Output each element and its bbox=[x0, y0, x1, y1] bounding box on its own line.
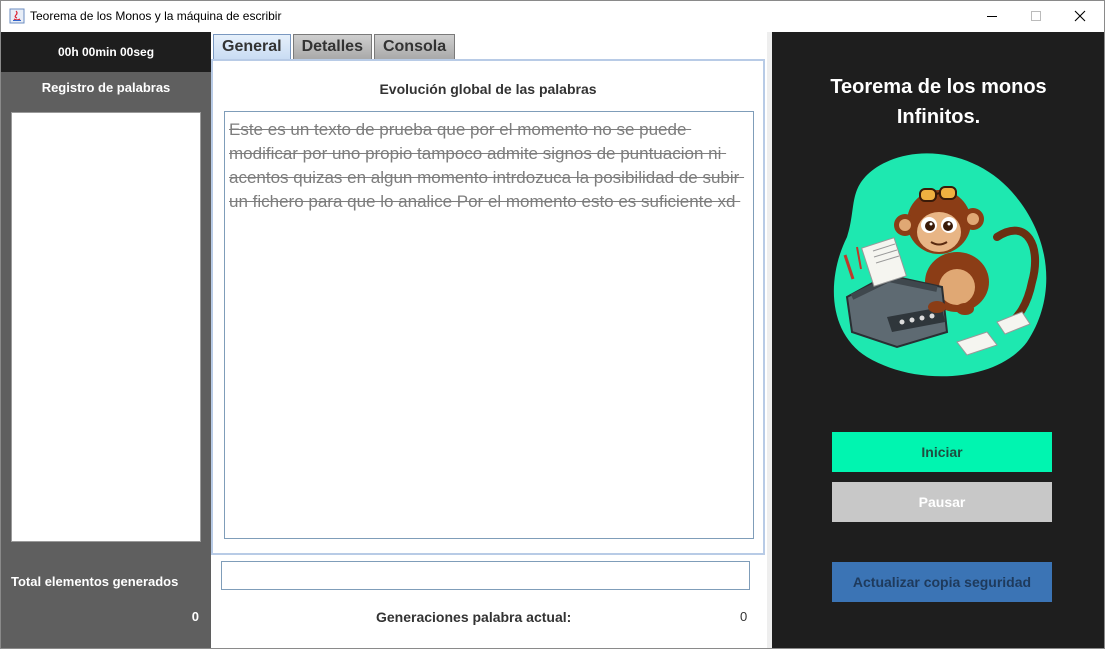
title-bar: Teorema de los Monos y la máquina de esc… bbox=[1, 1, 1104, 31]
generaciones-value: 0 bbox=[740, 609, 748, 624]
minimize-icon bbox=[987, 16, 997, 17]
left-panel: 00h 00min 00seg Registro de palabras Tot… bbox=[1, 32, 211, 648]
generaciones-label: Generaciones palabra actual: bbox=[376, 609, 572, 625]
center-panel: General Detalles Consola Evolución globa… bbox=[211, 32, 767, 648]
evolucion-title: Evolución global de las palabras bbox=[379, 81, 597, 97]
app-window: Teorema de los Monos y la máquina de esc… bbox=[0, 0, 1105, 649]
tab-consola[interactable]: Consola bbox=[373, 34, 456, 59]
general-tab-content: Evolución global de las palabras Este es… bbox=[211, 59, 765, 555]
right-panel: Teorema de los monos Infinitos. Iniciar … bbox=[772, 32, 1104, 648]
right-title: Teorema de los monos Infinitos. bbox=[772, 72, 1104, 132]
registro-palabras-list[interactable] bbox=[11, 112, 201, 542]
close-icon bbox=[1074, 10, 1086, 22]
registro-label: Registro de palabras bbox=[41, 80, 171, 95]
maximize-button[interactable] bbox=[1013, 1, 1059, 31]
right-title-line1: Teorema de los monos bbox=[830, 76, 1047, 98]
close-button[interactable] bbox=[1057, 1, 1103, 31]
total-elementos-value: 0 bbox=[191, 609, 199, 624]
iniciar-button[interactable]: Iniciar bbox=[832, 432, 1052, 472]
window-title: Teorema de los Monos y la máquina de esc… bbox=[30, 9, 282, 23]
right-title-line2: Infinitos. bbox=[896, 106, 981, 128]
pausar-button[interactable]: Pausar bbox=[832, 482, 1052, 522]
evolucion-text-area[interactable]: Este es un texto de prueba que por el mo… bbox=[224, 111, 754, 539]
minimize-button[interactable] bbox=[969, 1, 1015, 31]
elapsed-timer: 00h 00min 00seg bbox=[1, 32, 211, 72]
tab-bar: General Detalles Consola bbox=[213, 34, 456, 60]
tab-general[interactable]: General bbox=[213, 34, 291, 59]
tab-detalles[interactable]: Detalles bbox=[292, 34, 372, 59]
palabra-actual-input[interactable] bbox=[221, 561, 750, 590]
maximize-icon bbox=[1031, 11, 1041, 21]
total-elementos-label: Total elementos generados bbox=[11, 574, 179, 589]
actualizar-copia-button[interactable]: Actualizar copia seguridad bbox=[832, 562, 1052, 602]
monkey-typewriter-illustration bbox=[833, 153, 1047, 377]
java-app-icon bbox=[9, 8, 25, 24]
